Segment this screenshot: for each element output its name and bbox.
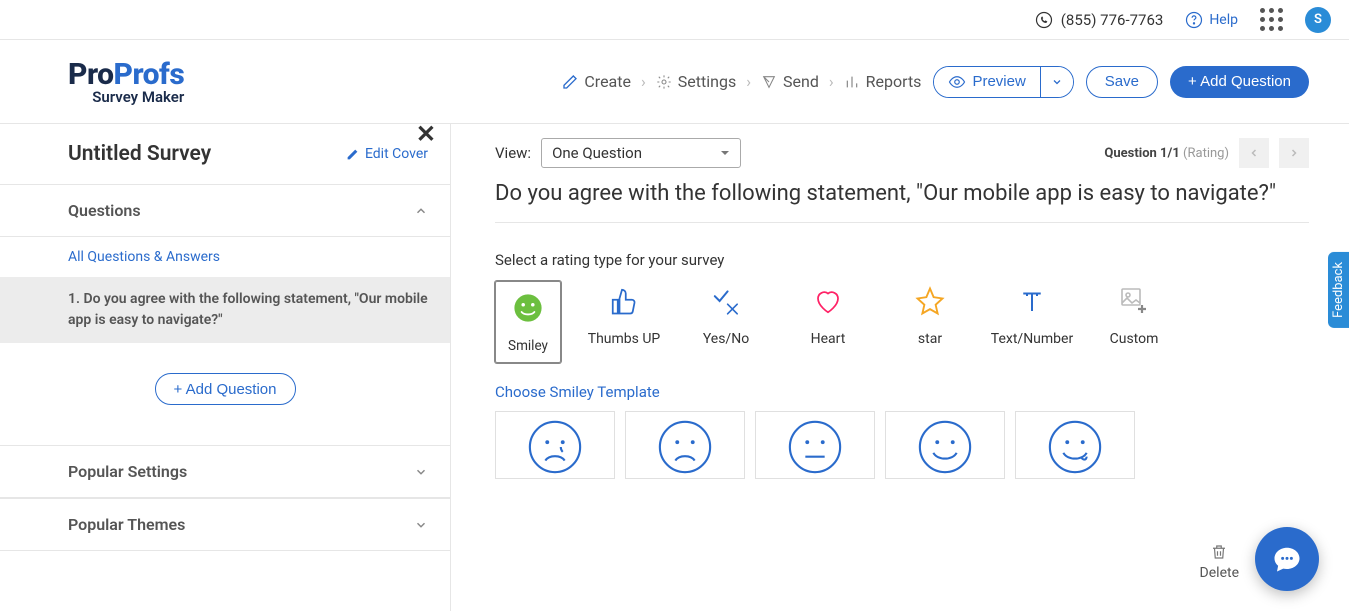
star-icon — [915, 286, 945, 316]
delete-question-button[interactable]: Delete — [1200, 543, 1239, 581]
text-icon — [1017, 286, 1047, 316]
popular-settings-section: Popular Settings — [0, 445, 450, 498]
help-link[interactable]: Help — [1185, 11, 1238, 29]
rating-type-heart[interactable]: Heart — [789, 281, 867, 363]
chevron-up-icon — [414, 204, 428, 218]
face-cry-icon — [526, 418, 584, 476]
preview-dropdown[interactable] — [1040, 67, 1073, 97]
rating-type-row: Smiley Thumbs UP Yes/No Heart — [495, 281, 1309, 363]
trash-icon — [1210, 543, 1228, 561]
survey-cover-row: ✕ Untitled Survey Edit Cover — [0, 124, 450, 184]
questions-accordion-header[interactable]: Questions — [0, 185, 450, 237]
phone-icon — [1035, 11, 1053, 29]
editor-panel: View: One Question Question 1/1 (Rating) — [451, 124, 1349, 611]
dropdown-triangle-icon — [720, 148, 730, 158]
smiley-template-4[interactable] — [885, 411, 1005, 479]
sidebar: ✕ Untitled Survey Edit Cover Questions A… — [0, 124, 451, 611]
popular-settings-accordion-header[interactable]: Popular Settings — [0, 446, 450, 498]
logo[interactable]: ProProfs Survey Maker — [68, 57, 184, 106]
eye-icon — [948, 73, 966, 91]
send-icon — [761, 74, 777, 90]
step-settings[interactable]: Settings — [656, 72, 736, 91]
save-button[interactable]: Save — [1086, 66, 1158, 98]
face-neutral-icon — [786, 418, 844, 476]
step-create[interactable]: Create — [562, 72, 631, 91]
help-text: Help — [1209, 12, 1238, 28]
questions-section: Questions All Questions & Answers 1. Do … — [0, 184, 450, 445]
smiley-icon — [512, 292, 544, 324]
chevron-right-icon: › — [746, 72, 751, 91]
top-utility-bar: (855) 776-7763 Help S — [0, 0, 1349, 40]
thumbs-up-icon — [609, 286, 639, 316]
add-question-button[interactable]: + Add Question — [1170, 66, 1309, 98]
rating-type-thumbs[interactable]: Thumbs UP — [585, 281, 663, 363]
logo-subtitle: Survey Maker — [92, 88, 184, 106]
rating-type-textnum[interactable]: Text/Number — [993, 281, 1071, 363]
chevron-right-icon: › — [641, 72, 646, 91]
smiley-template-5[interactable] — [1015, 411, 1135, 479]
app-header: ProProfs Survey Maker Create › Settings … — [0, 40, 1349, 124]
popular-themes-accordion-header[interactable]: Popular Themes — [0, 499, 450, 551]
step-send[interactable]: Send — [761, 72, 819, 91]
phone-text: (855) 776-7763 — [1061, 11, 1164, 29]
help-icon — [1185, 11, 1203, 29]
logo-wordmark: ProProfs — [68, 57, 184, 92]
view-label: View: — [495, 144, 531, 162]
gear-icon — [656, 74, 672, 90]
question-pager: Question 1/1 (Rating) — [1104, 138, 1309, 168]
chevron-right-icon: › — [829, 72, 834, 91]
chevron-down-icon — [1051, 76, 1063, 88]
chevron-left-icon — [1248, 147, 1260, 159]
rating-type-yesno[interactable]: Yes/No — [687, 281, 765, 363]
heart-icon — [813, 286, 843, 316]
close-sidebar-button[interactable]: ✕ — [416, 124, 436, 148]
popular-themes-section: Popular Themes — [0, 498, 450, 551]
rating-type-star[interactable]: star — [891, 281, 969, 363]
pencil-icon — [346, 148, 359, 161]
feedback-tab[interactable]: Feedback — [1328, 252, 1349, 328]
face-happy-icon — [916, 418, 974, 476]
pencil-icon — [562, 74, 578, 90]
preview-button-group: Preview — [933, 66, 1073, 98]
chart-icon — [844, 74, 860, 90]
phone-number[interactable]: (855) 776-7763 — [1035, 11, 1164, 29]
rating-type-custom[interactable]: Custom — [1095, 281, 1173, 363]
chevron-right-icon — [1288, 147, 1300, 159]
next-question-button[interactable] — [1279, 138, 1309, 168]
face-tongue-icon — [1046, 418, 1104, 476]
chevron-down-icon — [414, 518, 428, 532]
smiley-template-row — [495, 411, 1309, 479]
smiley-template-3[interactable] — [755, 411, 875, 479]
step-reports[interactable]: Reports — [844, 72, 922, 91]
prev-question-button[interactable] — [1239, 138, 1269, 168]
edit-cover-link[interactable]: Edit Cover — [346, 146, 428, 162]
rating-prompt: Select a rating type for your survey — [495, 251, 1309, 269]
smiley-template-1[interactable] — [495, 411, 615, 479]
face-sad-icon — [656, 418, 714, 476]
chat-icon — [1272, 544, 1302, 574]
user-avatar[interactable]: S — [1305, 7, 1331, 33]
view-select[interactable]: One Question — [541, 138, 741, 168]
rating-type-smiley[interactable]: Smiley — [495, 281, 561, 363]
check-x-icon — [710, 285, 742, 317]
survey-title[interactable]: Untitled Survey — [68, 142, 334, 166]
choose-smiley-label: Choose Smiley Template — [495, 383, 1309, 401]
question-list-item[interactable]: 1. Do you agree with the following state… — [0, 277, 450, 343]
chat-launcher[interactable] — [1255, 527, 1319, 591]
smiley-template-2[interactable] — [625, 411, 745, 479]
avatar-letter: S — [1314, 12, 1322, 27]
sidebar-add-question-button[interactable]: + Add Question — [155, 373, 296, 405]
workspace: ✕ Untitled Survey Edit Cover Questions A… — [0, 124, 1349, 611]
apps-menu-icon[interactable] — [1260, 8, 1283, 31]
chevron-down-icon — [414, 465, 428, 479]
image-plus-icon — [1118, 285, 1150, 317]
question-title[interactable]: Do you agree with the following statemen… — [495, 178, 1309, 223]
all-questions-link[interactable]: All Questions & Answers — [0, 237, 450, 277]
preview-button[interactable]: Preview — [934, 67, 1039, 97]
workflow-steps: Create › Settings › Send › Reports — [562, 72, 921, 91]
